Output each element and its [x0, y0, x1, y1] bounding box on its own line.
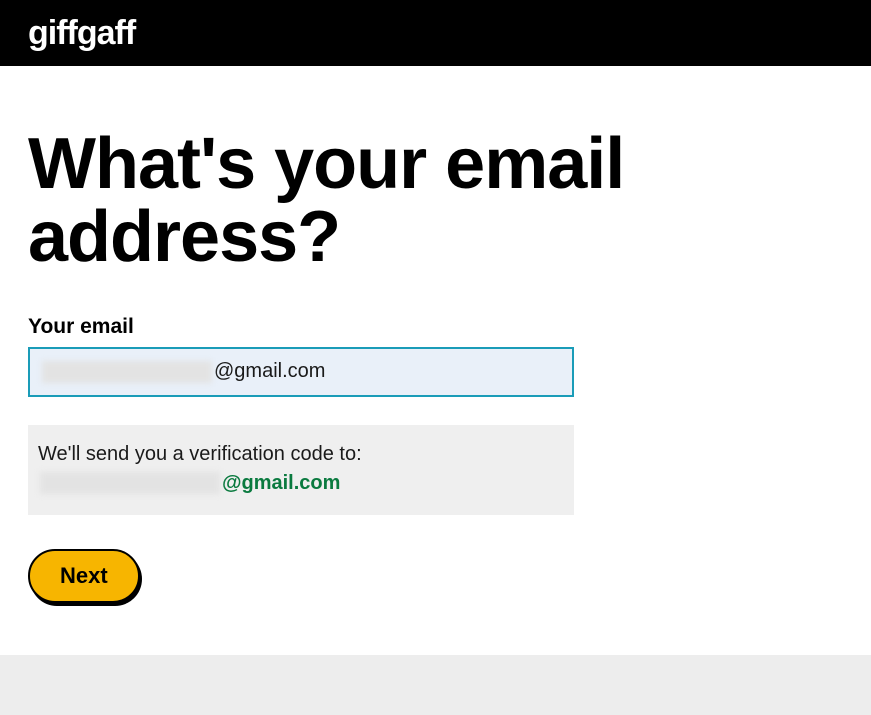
email-field[interactable]: @gmail.com: [28, 347, 574, 397]
brand-logo: giffgaff: [28, 14, 135, 53]
next-button[interactable]: Next: [28, 549, 140, 603]
email-value-suffix: @gmail.com: [214, 360, 325, 383]
main-content: What's your email address? Your email @g…: [0, 66, 871, 603]
verification-email-suffix: @gmail.com: [222, 472, 340, 495]
header-bar: giffgaff: [0, 0, 871, 66]
footer-bar: [0, 655, 871, 715]
redacted-verify-prefix: [40, 472, 220, 494]
email-label: Your email: [28, 315, 843, 339]
verification-email: @gmail.com: [38, 472, 564, 495]
verification-info-box: We'll send you a verification code to: @…: [28, 425, 574, 515]
page-title: What's your email address?: [28, 128, 843, 275]
verification-message: We'll send you a verification code to:: [38, 443, 564, 466]
redacted-email-prefix: [42, 361, 212, 383]
